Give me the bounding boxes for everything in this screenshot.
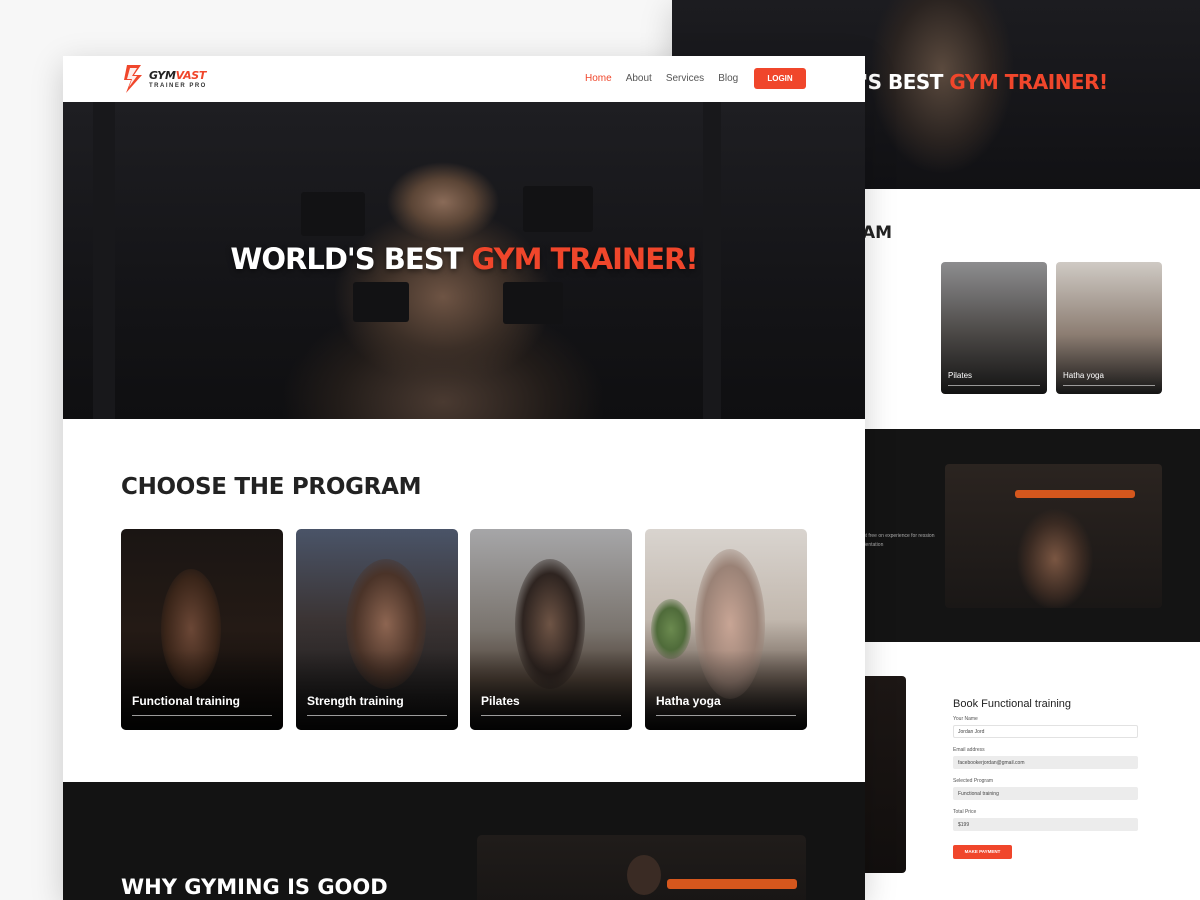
front-page-preview: GYMVAST TRAINER PRO Home About Services … — [63, 56, 865, 900]
hero-title-white: WORLD'S BEST — [230, 242, 472, 276]
dumbbell-left-low — [353, 282, 409, 322]
why-image — [477, 835, 806, 900]
hero-title-accent: GYM TRAINER! — [471, 242, 698, 276]
price-label: Total Price — [953, 809, 977, 815]
login-button[interactable]: LOGIN — [754, 68, 806, 89]
back-hero-title-accent: GYM TRAINER! — [949, 70, 1108, 94]
program-card-label: Strength training — [307, 694, 404, 708]
back-hero-title-white: 'S BEST — [862, 70, 950, 94]
dumbbell-left — [301, 192, 365, 236]
nav-home[interactable]: Home — [585, 73, 612, 84]
program-card-label: Hatha yoga — [656, 694, 721, 708]
price-field[interactable]: $199 — [953, 818, 1138, 831]
back-card-divider — [948, 385, 1040, 386]
program-label: Selected Program — [953, 778, 994, 784]
card-fade — [470, 650, 632, 730]
back-card-label: Hatha yoga — [1063, 371, 1104, 380]
back-card-divider — [1063, 385, 1155, 386]
program-card-label: Functional training — [132, 694, 240, 708]
email-label: Email address — [953, 747, 985, 753]
logo[interactable]: GYMVAST TRAINER PRO — [121, 64, 211, 94]
name-field[interactable]: Jordan Jord — [953, 725, 1138, 738]
dumbbell-right-low — [503, 282, 563, 324]
brand-name: GYMVAST — [149, 69, 206, 82]
back-card-pilates[interactable]: Pilates — [941, 262, 1047, 394]
program-card-functional[interactable]: Functional training — [121, 529, 283, 730]
program-card-divider — [656, 715, 796, 716]
make-payment-button[interactable]: MAKE PAYMENT — [953, 845, 1012, 859]
program-card-strength[interactable]: Strength training — [296, 529, 458, 730]
back-hero-title: 'S BEST GYM TRAINER! — [862, 70, 1108, 94]
nav-blog[interactable]: Blog — [718, 73, 738, 84]
back-why-image — [945, 464, 1162, 608]
hero-banner: WORLD'S BEST GYM TRAINER! — [63, 102, 865, 419]
programs-title: CHOOSE THE PROGRAM — [121, 474, 422, 500]
brand-name-part2: VAST — [175, 69, 207, 82]
pullup-bar — [1015, 490, 1135, 498]
booking-form: Book Functional training Your Name Jorda… — [953, 698, 1138, 859]
back-card-label: Pilates — [948, 371, 973, 380]
back-program-title: AM — [862, 223, 893, 243]
dumbbell-right — [523, 186, 593, 232]
program-card-divider — [307, 715, 447, 716]
navbar: GYMVAST TRAINER PRO Home About Services … — [63, 56, 865, 102]
email-field[interactable]: facebookerjordan@gmail.com — [953, 756, 1138, 769]
athlete-figure — [627, 855, 661, 895]
card-fade — [121, 650, 283, 730]
booking-form-title: Book Functional training — [953, 698, 1072, 710]
hero-title: WORLD'S BEST GYM TRAINER! — [63, 242, 865, 276]
program-card-label: Pilates — [481, 694, 520, 708]
why-section: WHY GYMING IS GOOD — [63, 782, 865, 900]
main-menu: Home About Services Blog — [585, 73, 738, 84]
nav-about[interactable]: About — [626, 73, 652, 84]
name-label: Your Name — [953, 716, 978, 722]
brand-name-part1: GYM — [149, 69, 176, 82]
back-why-text: ent free on experience for ression orien… — [860, 533, 935, 548]
program-field[interactable]: Functional training — [953, 787, 1138, 800]
card-fade — [645, 650, 807, 730]
program-card-pilates[interactable]: Pilates — [470, 529, 632, 730]
program-card-divider — [132, 715, 272, 716]
pullup-bar — [667, 879, 797, 889]
card-fade — [296, 650, 458, 730]
lightning-bolt-logo-icon — [124, 65, 142, 93]
back-card-yoga[interactable]: Hatha yoga — [1056, 262, 1162, 394]
brand-tagline: TRAINER PRO — [149, 83, 207, 89]
why-title: WHY GYMING IS GOOD — [121, 875, 388, 899]
program-card-yoga[interactable]: Hatha yoga — [645, 529, 807, 730]
program-card-divider — [481, 715, 621, 716]
nav-services[interactable]: Services — [666, 73, 704, 84]
